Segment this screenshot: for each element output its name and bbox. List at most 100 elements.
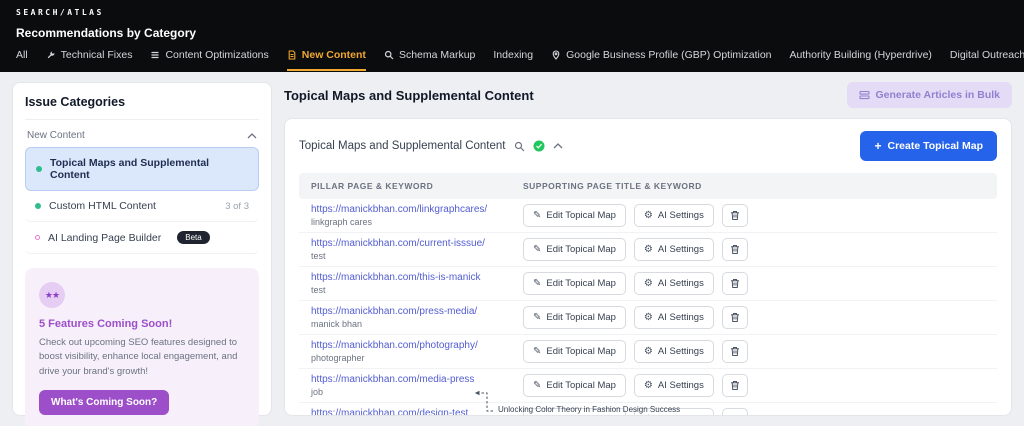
ai-settings-button[interactable]: ⚙ AI Settings: [634, 340, 714, 363]
tab-authority-building[interactable]: Authority Building (Hyperdrive): [790, 49, 932, 71]
delete-button[interactable]: [722, 238, 748, 261]
tab-content-optimizations[interactable]: Content Optimizations: [150, 49, 268, 71]
topical-maps-section: Topical Maps and Supplemental Content Ge…: [284, 82, 1012, 416]
section-header: Topical Maps and Supplemental Content Ge…: [284, 82, 1012, 108]
document-icon: [287, 50, 297, 60]
chevron-up-icon[interactable]: [553, 143, 563, 149]
table-row: https://manickbhan.com/photography/ phot…: [299, 335, 997, 369]
delete-button[interactable]: [722, 272, 748, 295]
edit-label: Edit Topical Map: [546, 210, 616, 221]
item-count: 3 of 3: [225, 201, 249, 212]
pillar-page-link[interactable]: https://manickbhan.com/current-isssue/: [311, 238, 523, 249]
edit-topical-map-button[interactable]: ✎ Edit Topical Map: [523, 204, 626, 227]
create-topical-map-button[interactable]: + Create Topical Map: [860, 131, 997, 161]
promo-title: 5 Features Coming Soon!: [39, 318, 245, 330]
gear-icon: ⚙: [644, 245, 653, 255]
tab-label: Indexing: [493, 49, 533, 61]
gear-icon: ⚙: [644, 381, 653, 391]
pencil-icon: ✎: [533, 279, 541, 289]
pillar-keyword: manick bhan: [311, 319, 523, 329]
ai-settings-button[interactable]: ⚙AI Settings: [634, 272, 714, 295]
tab-gbp-optimization[interactable]: Google Business Profile (GBP) Optimizati…: [551, 49, 771, 71]
group-label: New Content: [27, 130, 85, 141]
delete-button[interactable]: [722, 340, 748, 363]
delete-button[interactable]: [722, 306, 748, 329]
tab-indexing[interactable]: Indexing: [493, 49, 533, 71]
group-new-content[interactable]: New Content: [25, 120, 259, 147]
gear-icon: ⚙: [644, 347, 653, 357]
tab-label: Content Optimizations: [165, 49, 268, 61]
pencil-icon: ✎: [533, 245, 541, 255]
trash-icon: [730, 346, 740, 357]
whats-coming-soon-button[interactable]: What's Coming Soon?: [39, 390, 169, 415]
panel-title: Topical Maps and Supplemental Content: [299, 140, 506, 152]
search-icon: [384, 50, 394, 60]
status-dot-icon: [35, 235, 40, 240]
generate-articles-bulk-button[interactable]: Generate Articles in Bulk: [847, 82, 1013, 108]
topical-maps-table: PILLAR PAGE & KEYWORD SUPPORTING PAGE TI…: [299, 173, 997, 416]
top-header: SEARCH/ATLAS Recommendations by Category…: [0, 0, 1024, 72]
gear-icon: ⚙: [644, 313, 653, 323]
list-icon: [150, 50, 160, 60]
sidebar-item-custom-html[interactable]: Custom HTML Content 3 of 3: [25, 191, 259, 222]
edit-topical-map-button[interactable]: ✎ Edit Topical Map: [523, 238, 626, 261]
edit-label: Edit Topical Map: [546, 278, 616, 289]
pillar-page-link[interactable]: https://manickbhan.com/press-media/: [311, 306, 523, 317]
table-row: https://manickbhan.com/linkgraphcares/ l…: [299, 199, 997, 233]
edit-topical-map-button[interactable]: ✎ Edit Topical Map: [523, 272, 626, 295]
table-row: https://manickbhan.com/current-isssue/ t…: [299, 233, 997, 267]
ai-settings-button[interactable]: ⚙AI Settings: [634, 238, 714, 261]
issue-categories-panel: Issue Categories New Content Topical Map…: [12, 82, 272, 416]
sidebar-item-label: Topical Maps and Supplemental Content: [50, 157, 248, 181]
content-area: Issue Categories New Content Topical Map…: [0, 72, 1024, 426]
ai-settings-label: AI Settings: [658, 346, 704, 357]
trash-icon: [730, 414, 740, 416]
search-icon[interactable]: [514, 141, 525, 152]
edit-topical-map-button[interactable]: ✎Edit Topical Map: [523, 306, 626, 329]
panel-header: Topical Maps and Supplemental Content + …: [299, 131, 997, 161]
delete-button[interactable]: [722, 374, 748, 397]
sidebar-item-topical-maps[interactable]: Topical Maps and Supplemental Content: [25, 147, 259, 191]
supporting-page-annotation: Unlocking Color Theory in Fashion Design…: [473, 390, 680, 414]
promo-description: Check out upcoming SEO features designed…: [39, 336, 245, 379]
pillar-page-link[interactable]: https://manickbhan.com/linkgraphcares/: [311, 204, 523, 215]
tab-all[interactable]: All: [16, 49, 28, 71]
ai-settings-button[interactable]: ⚙AI Settings: [634, 306, 714, 329]
wrench-icon: [46, 50, 56, 60]
pillar-page-link[interactable]: https://manickbhan.com/photography/: [311, 340, 523, 351]
pillar-keyword: test: [311, 285, 523, 295]
pillar-keyword: linkgraph cares: [311, 217, 523, 227]
column-header-supporting: SUPPORTING PAGE TITLE & KEYWORD: [523, 181, 985, 191]
category-tabs: All Technical Fixes Content Optimization…: [16, 49, 1008, 71]
edit-label: Edit Topical Map: [546, 244, 616, 255]
status-dot-icon: [35, 203, 41, 209]
tab-schema-markup[interactable]: Schema Markup: [384, 49, 475, 71]
tab-label: Google Business Profile (GBP) Optimizati…: [566, 49, 771, 61]
pillar-page-link[interactable]: https://manickbhan.com/media-press: [311, 374, 523, 385]
table-row: https://manickbhan.com/this-is-manick te…: [299, 267, 997, 301]
search-atlas-logo: SEARCH/ATLAS: [16, 8, 1008, 17]
tab-new-content[interactable]: New Content: [287, 49, 366, 71]
coming-soon-promo-card: 5 Features Coming Soon! Check out upcomi…: [25, 268, 259, 426]
pillar-keyword: test: [311, 251, 523, 261]
delete-button[interactable]: [722, 204, 748, 227]
pencil-icon: ✎: [533, 211, 541, 221]
edit-topical-map-button[interactable]: ✎ Edit Topical Map: [523, 340, 626, 363]
tab-technical-fixes[interactable]: Technical Fixes: [46, 49, 133, 71]
tab-digital-outreach[interactable]: Digital Outreach: [950, 49, 1024, 71]
issue-categories-title: Issue Categories: [25, 95, 259, 120]
ai-settings-button[interactable]: ⚙AI Settings: [634, 204, 714, 227]
star-struck-emoji-icon: [39, 282, 65, 308]
section-title: Topical Maps and Supplemental Content: [284, 88, 534, 103]
pillar-page-link[interactable]: https://manickbhan.com/this-is-manick: [311, 272, 523, 283]
tab-label: All: [16, 49, 28, 61]
trash-icon: [730, 312, 740, 323]
create-button-label: Create Topical Map: [888, 140, 984, 152]
pencil-icon: ✎: [533, 347, 541, 357]
edit-label: Edit Topical Map: [546, 346, 616, 357]
trash-icon: [730, 278, 740, 289]
app-root: SEARCH/ATLAS Recommendations by Category…: [0, 0, 1024, 426]
sidebar-item-ai-landing-page[interactable]: AI Landing Page Builder Beta: [25, 222, 259, 254]
delete-button[interactable]: [722, 408, 748, 416]
chevron-up-icon: [247, 133, 257, 139]
